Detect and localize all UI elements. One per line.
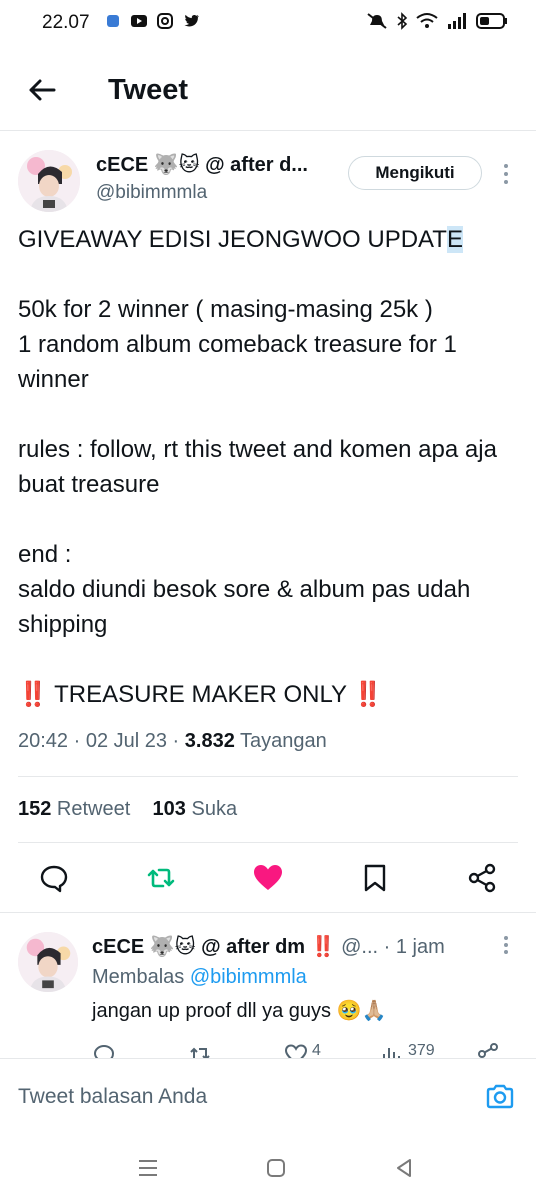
reply-author-avatar[interactable] bbox=[18, 932, 78, 992]
tweet-actions bbox=[0, 858, 536, 902]
reply-more-options-icon[interactable] bbox=[500, 934, 512, 956]
wifi-icon bbox=[416, 13, 438, 28]
author-avatar[interactable] bbox=[18, 150, 80, 212]
app-notification-icon bbox=[107, 15, 119, 27]
share-icon[interactable] bbox=[466, 862, 498, 894]
tweet-line-1-text: GIVEAWAY EDISI JEONGWOO UPDAT bbox=[18, 226, 447, 253]
tweet-stats: 152 Retweet 103 Suka bbox=[18, 798, 237, 821]
reply-author-name[interactable]: cECE 🐺🐱 @ after dm ‼️ bbox=[92, 936, 336, 958]
actions-divider bbox=[0, 912, 536, 913]
views-count: 3.832 bbox=[184, 730, 235, 752]
tweet-paragraph-4: end : saldo diundi besok sore & album pa… bbox=[18, 541, 471, 638]
tweet-paragraph-3: rules : follow, rt this tweet and komen … bbox=[18, 436, 504, 498]
bookmark-icon[interactable] bbox=[359, 862, 391, 894]
app-header: Tweet bbox=[0, 56, 536, 128]
like-icon[interactable] bbox=[252, 862, 284, 894]
reply-time: · 1 jam bbox=[378, 936, 445, 958]
back-nav-icon[interactable] bbox=[390, 1154, 418, 1182]
system-status-icons bbox=[366, 12, 508, 30]
back-arrow-icon[interactable] bbox=[26, 74, 58, 106]
reply-text: jangan up proof dll ya guys 🥹🙏🏼 bbox=[92, 1000, 387, 1022]
reply-header: cECE 🐺🐱 @ after dm ‼️ @... · 1 jam bbox=[92, 934, 492, 959]
status-bar: 22.07 bbox=[0, 0, 536, 46]
more-options-icon[interactable] bbox=[500, 162, 512, 186]
author-handle[interactable]: @bibimmmla bbox=[96, 182, 207, 204]
notification-icons bbox=[104, 13, 200, 29]
reply-icon[interactable] bbox=[38, 862, 70, 894]
replying-prefix: Membalas bbox=[92, 966, 190, 988]
reply-input[interactable]: Tweet balasan Anda bbox=[18, 1085, 207, 1109]
battery-icon bbox=[476, 13, 507, 29]
youtube-icon bbox=[131, 15, 147, 27]
status-time: 22.07 bbox=[42, 12, 90, 33]
author-name[interactable]: cECE 🐺🐱 @ after d... bbox=[96, 152, 328, 177]
meta-divider bbox=[18, 776, 518, 777]
reply-author-handle[interactable]: @... bbox=[336, 936, 378, 958]
tweet-text: GIVEAWAY EDISI JEONGWOO UPDATE 50k for 2… bbox=[18, 222, 518, 712]
page-title: Tweet bbox=[108, 74, 189, 106]
reply-composer: Tweet balasan Anda bbox=[0, 1058, 536, 1138]
like-stat[interactable]: 103 Suka bbox=[153, 798, 238, 820]
text-selection-cursor: E bbox=[446, 226, 463, 253]
stats-divider bbox=[18, 842, 518, 843]
retweet-stat[interactable]: 152 Retweet bbox=[18, 798, 130, 820]
signal-icon bbox=[448, 13, 466, 29]
mute-icon bbox=[367, 13, 387, 29]
following-button[interactable]: Mengikuti bbox=[348, 156, 482, 190]
replying-to-handle[interactable]: @bibimmmla bbox=[190, 966, 307, 988]
system-nav-bar bbox=[0, 1138, 536, 1200]
bluetooth-icon bbox=[397, 12, 408, 30]
avatar-image bbox=[18, 150, 80, 212]
instagram-icon bbox=[157, 13, 173, 29]
retweet-icon[interactable] bbox=[145, 862, 177, 894]
home-icon[interactable] bbox=[262, 1154, 290, 1182]
tweet-paragraph-2: 50k for 2 winner ( masing-masing 25k ) 1… bbox=[18, 296, 457, 393]
header-divider bbox=[0, 130, 536, 131]
camera-icon[interactable] bbox=[484, 1081, 516, 1113]
replying-to: Membalas @bibimmmla bbox=[92, 966, 307, 989]
recent-apps-icon[interactable] bbox=[134, 1154, 162, 1182]
twitter-icon bbox=[184, 14, 199, 27]
tweet-line-1: GIVEAWAY EDISI JEONGWOO UPDATE bbox=[18, 222, 518, 257]
tweet-timestamp[interactable]: 20:42 · 02 Jul 23 · bbox=[18, 730, 185, 752]
tweet-paragraph-5: ‼️ TREASURE MAKER ONLY ‼️ bbox=[18, 681, 384, 708]
reply-avatar-image bbox=[18, 932, 78, 992]
tweet-meta: 20:42 · 02 Jul 23 · 3.832 Tayangan bbox=[18, 730, 327, 753]
views-label: Tayangan bbox=[234, 730, 327, 752]
